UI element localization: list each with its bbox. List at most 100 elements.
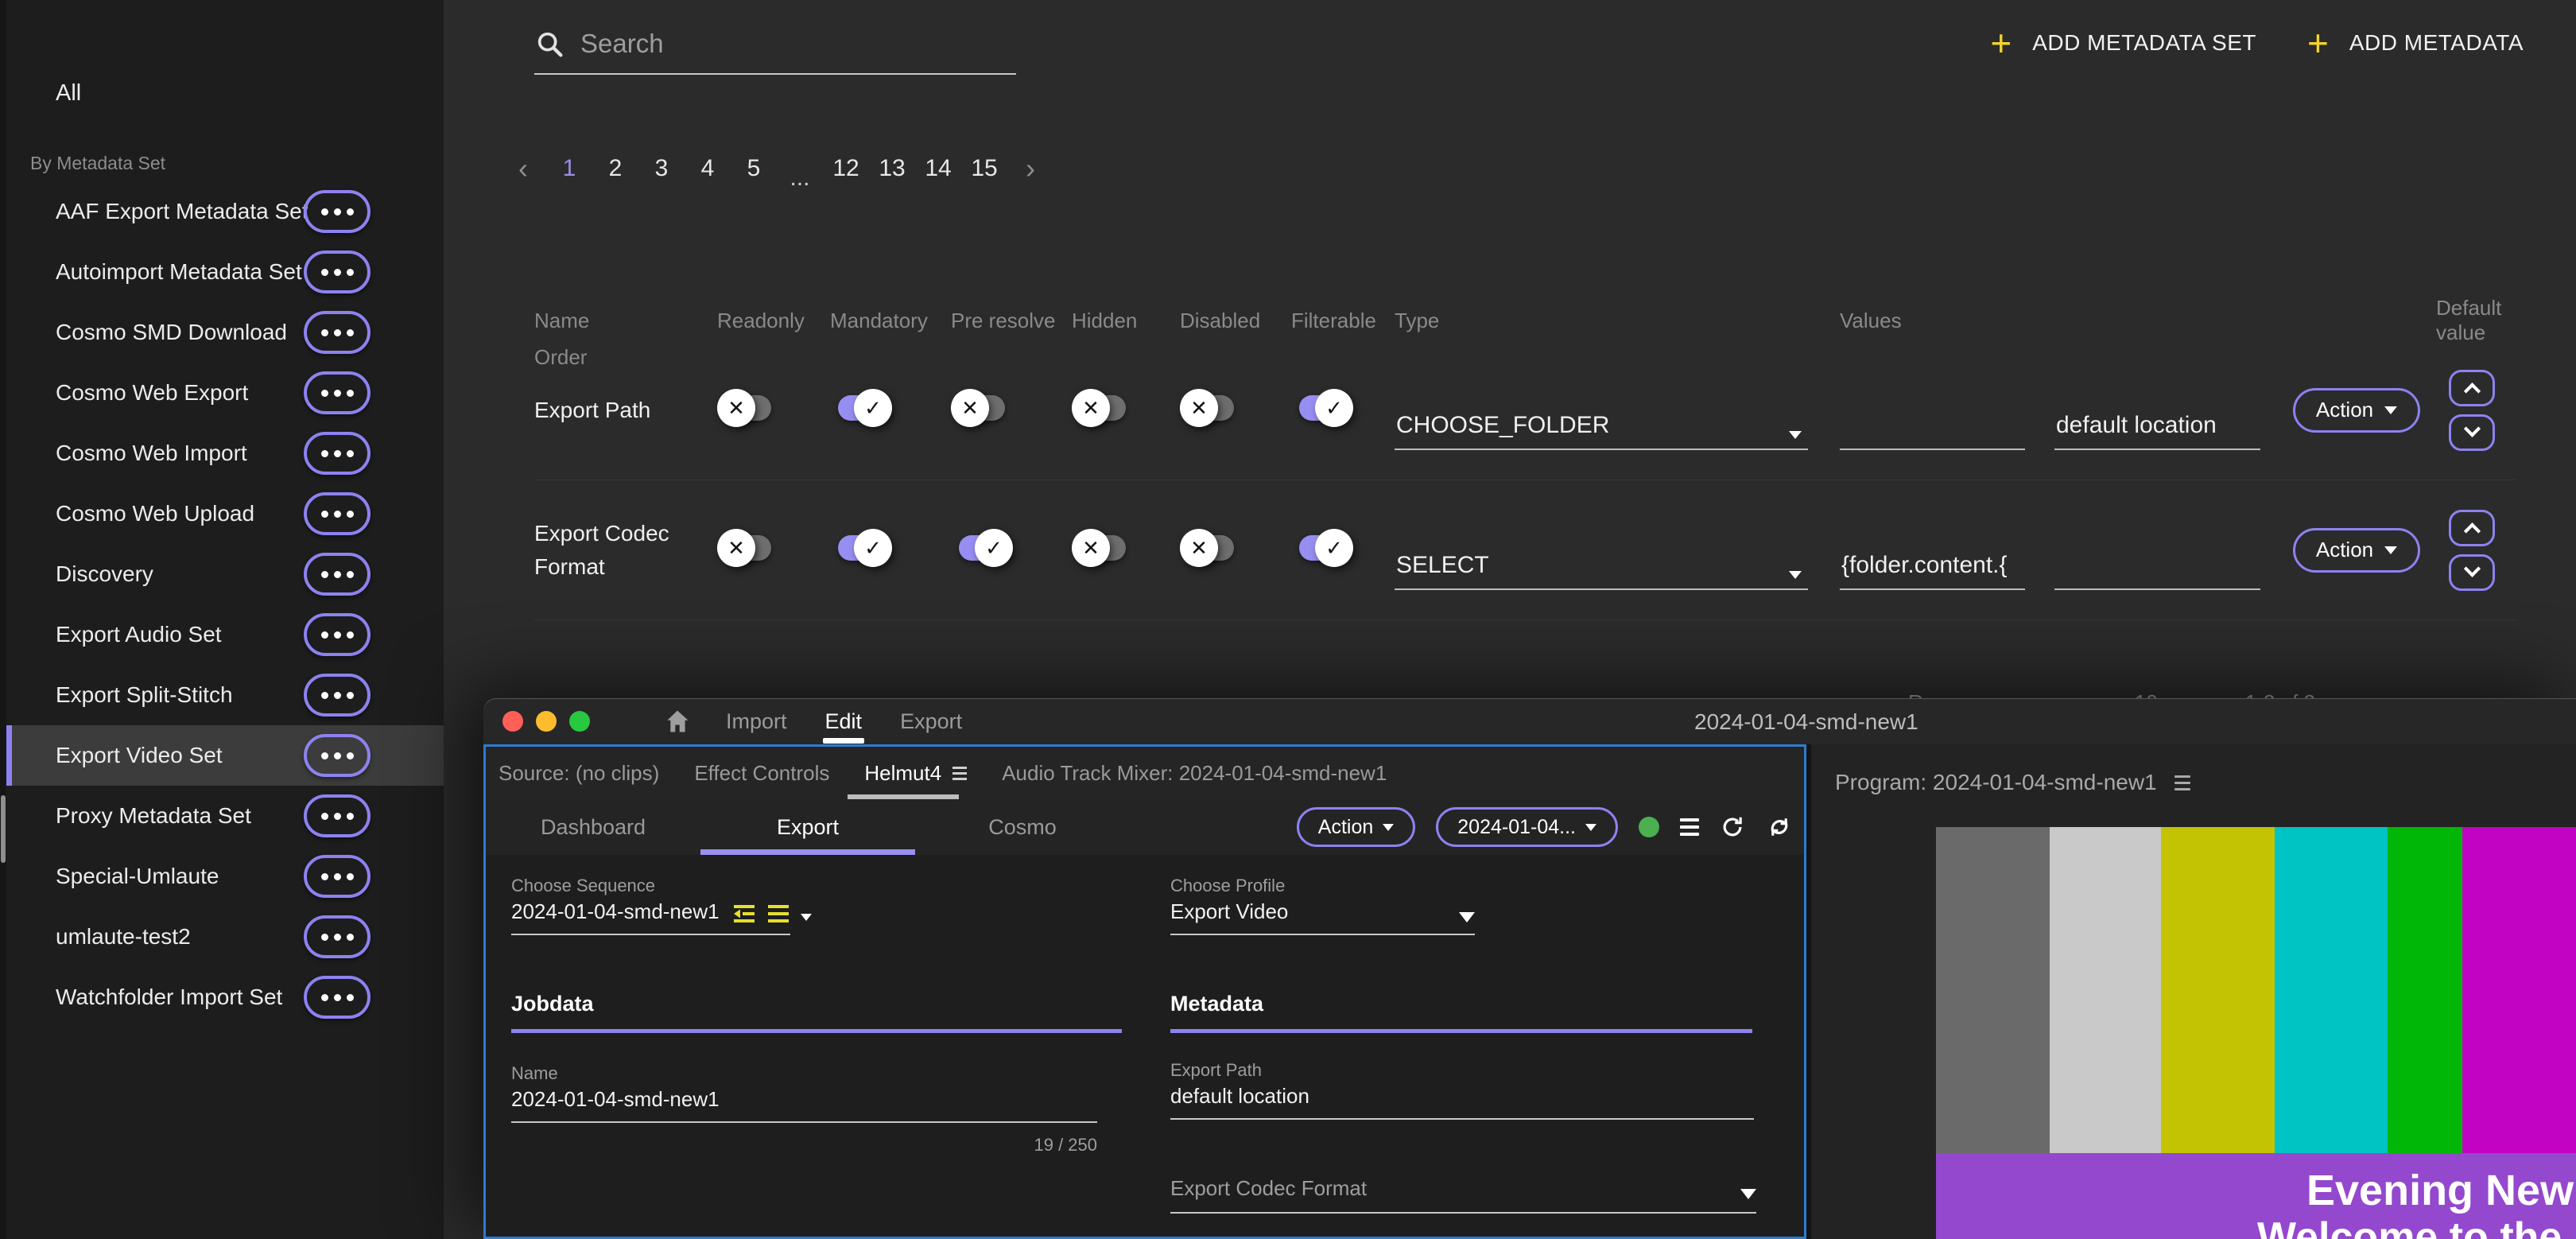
- default-value-input[interactable]: [2054, 552, 2260, 590]
- helmut4-panel: Source: (no clips) Effect Controls Helmu…: [483, 744, 1806, 1239]
- move-up-button[interactable]: [2449, 510, 2495, 546]
- page-button[interactable]: 2: [598, 150, 633, 188]
- item-menu-button[interactable]: [304, 976, 370, 1019]
- action-button[interactable]: Action: [2293, 388, 2420, 433]
- home-button[interactable]: [663, 707, 692, 738]
- sidebar-item[interactable]: Discovery: [6, 544, 444, 604]
- item-menu-button[interactable]: [304, 794, 370, 837]
- page-button[interactable]: ...: [782, 159, 817, 197]
- chevron-down-icon: [1789, 431, 1802, 439]
- search-field[interactable]: Search: [534, 21, 1016, 75]
- add-metadata-button[interactable]: + ADD METADATA: [2307, 27, 2524, 59]
- toggle-filterable[interactable]: [1291, 389, 1353, 427]
- panel-menu-icon[interactable]: [952, 767, 967, 780]
- item-menu-button[interactable]: [304, 674, 370, 717]
- dot-icon: [321, 752, 328, 759]
- panel-tab[interactable]: Audio Track Mixer: 2024-01-04-smd-new1: [1002, 761, 1387, 786]
- toggle-disabled[interactable]: [1180, 529, 1242, 567]
- move-down-button[interactable]: [2449, 554, 2495, 591]
- item-menu-button[interactable]: [304, 855, 370, 898]
- page-button[interactable]: 3: [644, 150, 679, 188]
- toggle-filterable[interactable]: [1291, 529, 1353, 567]
- toggle-hidden[interactable]: [1072, 529, 1134, 567]
- toggle-hidden[interactable]: [1072, 389, 1134, 427]
- page-button[interactable]: 4: [690, 150, 725, 188]
- sidebar-item[interactable]: Export Split-Stitch: [6, 665, 444, 725]
- item-menu-button[interactable]: [304, 915, 370, 958]
- add-metadata-set-button[interactable]: + ADD METADATA SET: [1990, 27, 2256, 59]
- toggle-disabled[interactable]: [1180, 389, 1242, 427]
- export-path-input[interactable]: default location: [1170, 1084, 1754, 1120]
- window-nav-tab[interactable]: Import: [726, 698, 787, 744]
- choose-profile-select[interactable]: Export Video: [1170, 899, 1475, 935]
- type-select[interactable]: SELECT: [1395, 552, 1808, 590]
- plugin-tab[interactable]: Dashboard: [486, 799, 700, 855]
- move-up-button[interactable]: [2449, 370, 2495, 406]
- choose-sequence-field[interactable]: 2024-01-04-smd-new1: [511, 899, 790, 935]
- sidebar-scrollbar[interactable]: [1, 795, 6, 863]
- plugin-tab[interactable]: Cosmo: [915, 799, 1130, 855]
- item-menu-button[interactable]: [304, 371, 370, 414]
- sidebar-item[interactable]: Cosmo SMD Download: [6, 302, 444, 363]
- sidebar-item[interactable]: Cosmo Web Upload: [6, 484, 444, 544]
- page-button[interactable]: 15: [967, 150, 1002, 188]
- window-nav-tab[interactable]: Edit: [825, 698, 863, 744]
- item-menu-button[interactable]: [304, 251, 370, 293]
- toggle-mandatory[interactable]: [830, 389, 892, 427]
- panel-tab[interactable]: Effect Controls: [694, 761, 829, 786]
- default-value-input[interactable]: default location: [2054, 412, 2260, 450]
- item-menu-button[interactable]: [304, 311, 370, 354]
- page-button[interactable]: 13: [875, 150, 910, 188]
- page-button[interactable]: 12: [828, 150, 863, 188]
- sidebar-item[interactable]: Proxy Metadata Set: [6, 786, 444, 846]
- page-button[interactable]: 1: [552, 150, 587, 188]
- item-menu-button[interactable]: [304, 190, 370, 233]
- toggle-pre-resolve[interactable]: [951, 389, 1013, 427]
- refresh-icon[interactable]: [1720, 814, 1745, 840]
- date-dropdown[interactable]: 2024-01-04...: [1436, 807, 1618, 847]
- sync-icon[interactable]: [1766, 814, 1793, 841]
- menu-icon[interactable]: [1680, 818, 1699, 836]
- values-input[interactable]: {folder.content.{: [1840, 552, 2025, 590]
- action-dropdown[interactable]: Action: [1297, 807, 1415, 847]
- toggle-readonly[interactable]: [717, 389, 779, 427]
- toggle-mandatory[interactable]: [830, 529, 892, 567]
- panel-tab[interactable]: Source: (no clips): [499, 761, 659, 786]
- item-menu-button[interactable]: [304, 734, 370, 777]
- type-select[interactable]: CHOOSE_FOLDER: [1395, 412, 1808, 450]
- close-button[interactable]: [502, 711, 523, 732]
- action-button[interactable]: Action: [2293, 528, 2420, 573]
- item-menu-button[interactable]: [304, 432, 370, 475]
- toggle-pre-resolve[interactable]: [951, 529, 1013, 567]
- move-down-button[interactable]: [2449, 414, 2495, 451]
- sidebar-item[interactable]: umlaute-test2: [6, 907, 444, 967]
- panel-menu-icon[interactable]: [2174, 775, 2190, 790]
- window-nav-tab[interactable]: Export: [900, 698, 962, 744]
- values-input[interactable]: [1840, 412, 2025, 450]
- item-menu-button[interactable]: [304, 613, 370, 656]
- item-menu-button[interactable]: [304, 492, 370, 535]
- sidebar-item-all[interactable]: All: [6, 67, 444, 119]
- sidebar-item[interactable]: Export Video Set: [6, 725, 444, 786]
- sidebar-item[interactable]: Cosmo Web Export: [6, 363, 444, 423]
- panel-tab[interactable]: Helmut4: [864, 761, 967, 786]
- toggle-readonly[interactable]: [717, 529, 779, 567]
- plugin-tab[interactable]: Export: [700, 799, 915, 855]
- minimize-button[interactable]: [536, 711, 557, 732]
- page-button[interactable]: 14: [921, 150, 956, 188]
- sidebar-item[interactable]: Special-Umlaute: [6, 846, 444, 907]
- sidebar-item[interactable]: Export Audio Set: [6, 604, 444, 665]
- window-titlebar[interactable]: ImportEditExport 2024-01-04-smd-new1: [483, 698, 2576, 744]
- sidebar-item[interactable]: Watchfolder Import Set: [6, 967, 444, 1027]
- export-codec-select[interactable]: Export Codec Format: [1170, 1176, 1756, 1214]
- prev-page-button[interactable]: ‹: [506, 150, 541, 188]
- item-menu-button[interactable]: [304, 553, 370, 596]
- name-input[interactable]: 2024-01-04-smd-new1: [511, 1087, 1097, 1123]
- sidebar-item[interactable]: Cosmo Web Import: [6, 423, 444, 484]
- window-nav-tabs: Import Edit Export: [726, 698, 962, 744]
- sidebar-item[interactable]: Autoimport Metadata Set: [6, 242, 444, 302]
- maximize-button[interactable]: [569, 711, 590, 732]
- page-button[interactable]: 5: [736, 150, 771, 188]
- next-page-button[interactable]: ›: [1013, 150, 1048, 188]
- sidebar-item[interactable]: AAF Export Metadata Set: [6, 181, 444, 242]
